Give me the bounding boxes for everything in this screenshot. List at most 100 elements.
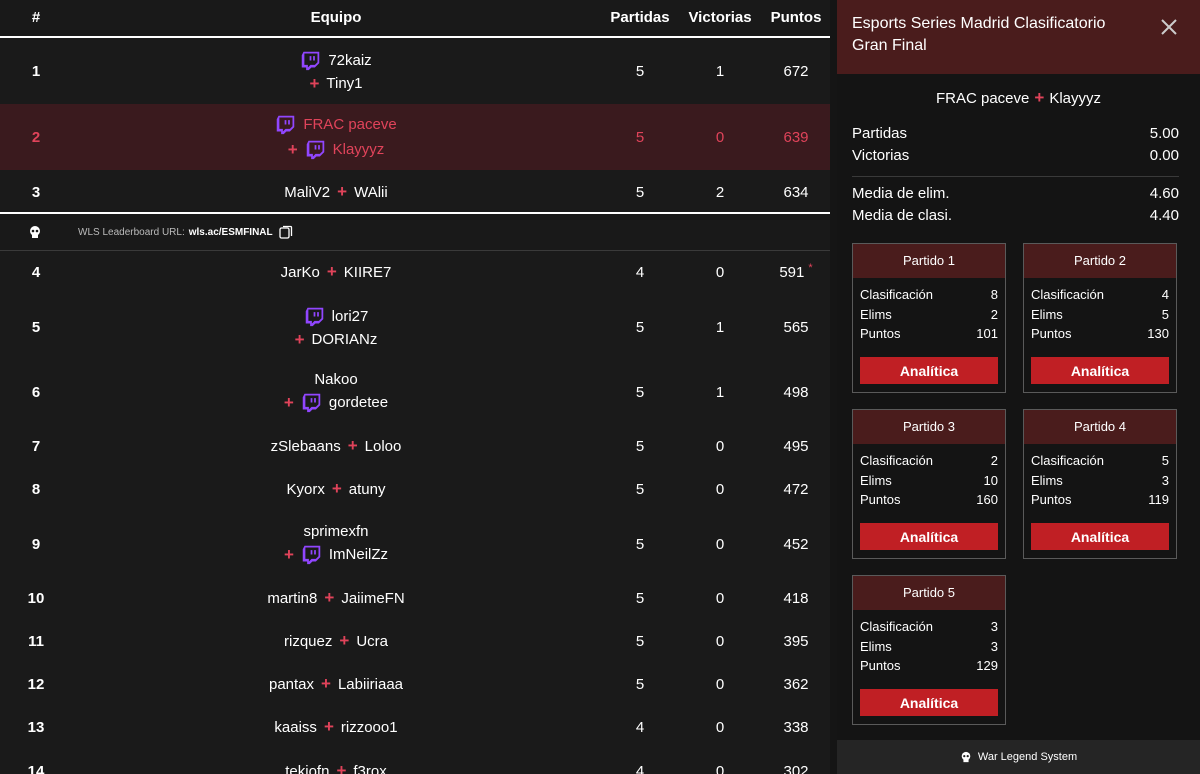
table-row[interactable]: 8 Kyorx + atuny 5 0 472 [0,467,830,512]
table-row[interactable]: 10 martin8 + JaiimeFN 5 0 418 [0,576,830,621]
analitica-button[interactable]: Analítica [1031,523,1169,550]
team-cell: MaliV2 + WAlii [72,170,600,214]
analitica-button[interactable]: Analítica [860,689,998,716]
header-partidas[interactable]: Partidas [600,0,680,36]
stat-value: 119 [1148,492,1169,508]
player-name[interactable]: MaliV2 [284,184,330,201]
twitch-icon[interactable] [304,306,325,327]
panel-title: Esports Series Madrid Clasificatorio Gra… [852,15,1106,54]
twitch-icon[interactable] [275,114,296,135]
table-row[interactable]: 7 zSlebaans + Loloo 5 0 495 [0,424,830,469]
close-icon[interactable] [1159,17,1179,37]
player-name[interactable]: Loloo [365,438,402,455]
wls-url-link[interactable]: wls.ac/ESMFINAL [189,227,273,238]
player-name[interactable]: pantax [269,676,314,693]
twitch-icon[interactable] [301,544,322,565]
player-name[interactable]: ImNeilZz [329,546,388,563]
match-card: Partido 4 Clasificación 5 Elims 3 Puntos 119 An… [1023,409,1177,559]
header-team[interactable]: Equipo [72,0,600,36]
stat-value: 3 [990,638,998,654]
table-row[interactable]: 9 sprimexfn + ImNeilZz 5 0 452 [0,511,830,578]
header-victorias[interactable]: Victorias [680,0,760,36]
partidas-cell: 5 [635,480,645,498]
puntos-cell: 672 [760,38,830,104]
player-name[interactable]: Labiiriaaa [338,676,403,693]
analitica-button[interactable]: Analítica [1031,357,1169,384]
player-name[interactable]: KIIRE7 [344,264,392,281]
puntos-value: 672 [783,62,809,80]
table-row[interactable]: 6 Nakoo + gordetee 5 1 498 [0,359,830,426]
player-name[interactable]: rizquez [284,633,332,650]
table-row[interactable]: 14 tekiofn + f3rox 4 0 302 [0,749,830,774]
player-name[interactable]: sprimexfn [303,523,368,540]
analitica-button[interactable]: Analítica [860,357,998,384]
plus-icon: + [283,392,294,412]
table-row[interactable]: 4 JarKo + KIIRE7 4 0 591 * [0,250,830,295]
panel-player-1: FRAC paceve [936,90,1030,107]
plus-icon: + [309,73,320,93]
player-name[interactable]: Kyorx [287,481,325,498]
puntos-value: 418 [783,589,809,607]
table-row[interactable]: 5 lori27 + DORIANz 5 1 565 [0,294,830,361]
victorias-cell: 0 [715,589,725,607]
analitica-button[interactable]: Analítica [860,523,998,550]
player-name[interactable]: tekiofn [285,763,329,774]
player-name[interactable]: Klayyyz [333,141,385,158]
player-name[interactable]: FRAC paceve [303,116,396,133]
partidas-cell: 5 [635,437,645,455]
stat-value: 4 [1161,287,1169,303]
player-name[interactable]: WAlii [354,184,388,201]
stat-label: Elims [860,472,892,488]
leaderboard-table: # Equipo Partidas Victorias Puntos 1 72ka… [0,0,830,774]
header-puntos[interactable]: Puntos [760,0,830,36]
asterisk-marker: * [808,262,813,274]
table-row[interactable]: 11 rizquez + Ucra 5 0 395 [0,619,830,664]
twitch-icon[interactable] [300,50,321,71]
panel-player-2: Klayyyz [1049,90,1101,107]
stat-label: Clasificación [1031,287,1104,303]
player-name[interactable]: 72kaiz [328,52,371,69]
table-row[interactable]: 3 MaliV2 + WAlii 5 2 634 [0,170,830,215]
rank-cell: 7 [31,437,41,455]
table-row[interactable]: 13 kaaiss + rizzooo1 4 0 338 [0,705,830,750]
victorias-cell: 0 [715,718,725,736]
player-name[interactable]: atuny [349,481,386,498]
table-row[interactable]: 12 pantax + Labiiriaaa 5 0 362 [0,662,830,707]
player-name[interactable]: JarKo [281,264,320,281]
victorias-cell: 2 [715,183,725,201]
player-name[interactable]: DORIANz [312,331,378,348]
player-name[interactable]: Nakoo [314,371,357,388]
player-name[interactable]: gordetee [329,394,388,411]
partidas-cell: 5 [635,183,645,201]
rank-cell: 2 [31,128,41,146]
player-name[interactable]: kaaiss [274,719,317,736]
twitch-icon[interactable] [301,392,322,413]
player-name[interactable]: rizzooo1 [341,719,398,736]
divider [852,176,1179,177]
victorias-cell: 1 [715,62,725,80]
victorias-cell: 0 [715,263,725,281]
stat-value: 10 [983,472,998,488]
header-rank[interactable]: # [0,0,72,36]
victorias-cell: 0 [715,535,725,553]
copy-icon[interactable] [278,225,293,239]
player-name[interactable]: lori27 [332,308,369,325]
match-card: Partido 2 Clasificación 4 Elims 5 Puntos 130 An… [1023,243,1177,393]
table-row[interactable]: 2 FRAC paceve + Klayyyz 5 0 639 [0,104,830,171]
puntos-value: 395 [783,632,809,650]
twitch-icon[interactable] [305,139,326,160]
plus-icon: + [331,479,342,498]
player-name[interactable]: martin8 [267,590,317,607]
player-name[interactable]: Tiny1 [326,75,362,92]
player-name[interactable]: Ucra [356,633,388,650]
stat-label: Clasificación [1031,453,1104,469]
stat-label: Clasificación [860,453,933,469]
stat-value: 4.60 [1149,184,1179,202]
stat-label: Elims [1031,472,1063,488]
player-name[interactable]: f3rox [353,763,386,774]
player-name[interactable]: zSlebaans [271,438,341,455]
player-name[interactable]: JaiimeFN [341,590,404,607]
table-row[interactable]: 1 72kaiz + Tiny1 5 1 672 [0,38,830,105]
partidas-cell: 5 [635,535,645,553]
victorias-cell: 1 [715,318,725,336]
